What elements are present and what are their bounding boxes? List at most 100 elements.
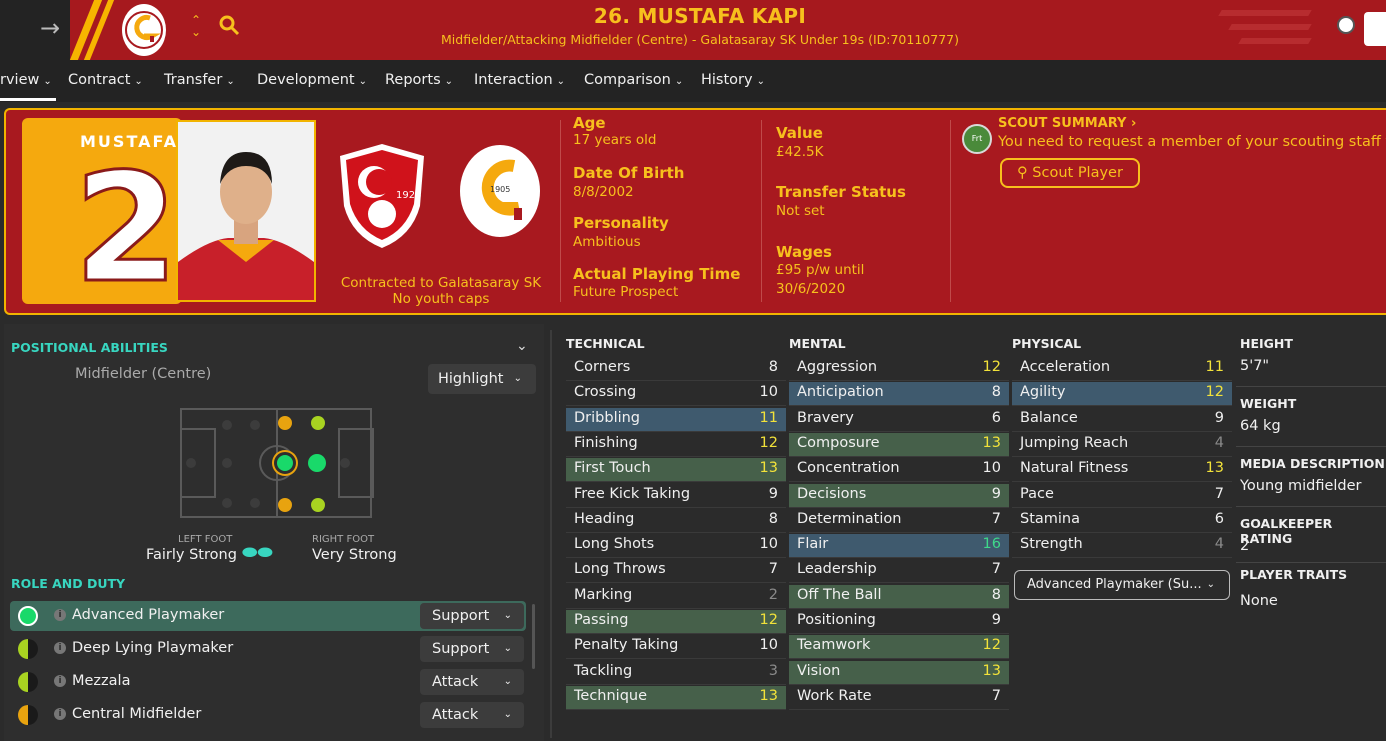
attribute-row[interactable]: First Touch 13 xyxy=(566,458,786,483)
role-suitability-icon xyxy=(18,639,38,659)
attribute-row[interactable]: Agility 12 xyxy=(1012,382,1232,407)
attribute-name: Jumping Reach xyxy=(1020,434,1129,451)
forward-arrow-icon[interactable]: → xyxy=(40,14,60,42)
attribute-value: 7 xyxy=(1214,485,1224,502)
attribute-row[interactable]: Off The Ball 8 xyxy=(789,584,1009,609)
role-row[interactable]: i Deep Lying Playmaker Support ⌄ xyxy=(10,634,526,664)
attribute-row[interactable]: Natural Fitness 13 xyxy=(1012,458,1232,483)
attribute-row[interactable]: Teamwork 12 xyxy=(789,635,1009,660)
attribute-row[interactable]: Free Kick Taking 9 xyxy=(566,484,786,508)
attribute-row[interactable]: Work Rate 7 xyxy=(789,686,1009,710)
attribute-row[interactable]: Finishing 12 xyxy=(566,433,786,457)
crest-year-left: 1923 xyxy=(396,190,421,201)
attribute-row[interactable]: Heading 8 xyxy=(566,509,786,533)
tab-transfer[interactable]: Transfer ⌄ xyxy=(164,72,235,88)
info-icon[interactable]: i xyxy=(54,675,66,687)
tab-reports[interactable]: Reports ⌄ xyxy=(385,72,453,88)
attribute-row[interactable]: Leadership 7 xyxy=(789,559,1009,584)
club-crest-icon[interactable] xyxy=(122,4,166,56)
attribute-row[interactable]: Positioning 9 xyxy=(789,610,1009,634)
attribute-row[interactable]: Composure 13 xyxy=(789,432,1009,457)
scrollbar[interactable] xyxy=(532,604,535,669)
attribute-name: Anticipation xyxy=(797,384,884,401)
attribute-value: 12 xyxy=(1205,384,1224,401)
tab-development[interactable]: Development ⌄ xyxy=(257,72,367,88)
personality-value[interactable]: Ambitious xyxy=(573,234,641,250)
role-row[interactable]: i Mezzala Attack ⌄ xyxy=(10,667,526,697)
attribute-name: Off The Ball xyxy=(797,586,882,603)
attribute-row[interactable]: Long Throws 7 xyxy=(566,559,786,584)
attribute-row[interactable]: Bravery 6 xyxy=(789,408,1009,432)
scout-player-button[interactable]: ⚲ Scout Player xyxy=(1000,158,1140,188)
info-separator xyxy=(1236,506,1386,507)
top-header: → ⌃ ⌄ 26. MUSTAFA KAPI Midfielder/Attacki… xyxy=(0,0,1386,60)
attribute-row[interactable]: Concentration 10 xyxy=(789,458,1009,483)
attribute-row[interactable]: Marking 2 xyxy=(566,585,786,609)
duty-dropdown[interactable]: Support ⌄ xyxy=(420,636,524,662)
attribute-name: Teamwork xyxy=(797,637,871,654)
attribute-row[interactable]: Penalty Taking 10 xyxy=(566,635,786,660)
attribute-row[interactable]: Flair 16 xyxy=(789,534,1009,559)
attribute-value: 8 xyxy=(768,510,778,527)
attribute-name: Composure xyxy=(797,434,880,451)
contracted-to[interactable]: Contracted to Galatasaray SK xyxy=(326,275,556,291)
panel-divider xyxy=(550,330,552,738)
role-suitability-icon xyxy=(18,606,38,626)
role-row[interactable]: i Advanced Playmaker Support ⌄ xyxy=(10,601,526,631)
attribute-row[interactable]: Long Shots 10 xyxy=(566,534,786,559)
scout-summary-title[interactable]: SCOUT SUMMARY › xyxy=(998,116,1136,131)
personality-label: Personality xyxy=(573,214,669,232)
duty-dropdown[interactable]: Attack ⌄ xyxy=(420,702,524,728)
info-icon[interactable]: i xyxy=(54,708,66,720)
up-down-arrows-icon[interactable]: ⌃ ⌄ xyxy=(191,14,201,38)
role-name: Central Midfielder xyxy=(72,706,202,722)
scout-avatar[interactable]: Frt xyxy=(962,124,992,154)
duty-dropdown[interactable]: Attack ⌄ xyxy=(420,669,524,695)
attribute-row[interactable]: Stamina 6 xyxy=(1012,509,1232,533)
attribute-row[interactable]: Dribbling 11 xyxy=(566,407,786,432)
highlight-dropdown[interactable]: Highlight ⌄ xyxy=(428,364,536,394)
attribute-row[interactable]: Pace 7 xyxy=(1012,484,1232,508)
position-dot-mc xyxy=(274,452,296,474)
contract-info[interactable]: Contracted to Galatasaray SK No youth ca… xyxy=(326,275,556,307)
attribute-row[interactable]: Tackling 3 xyxy=(566,661,786,685)
card-separator xyxy=(560,120,561,302)
role-highlight-select[interactable]: Advanced Playmaker (Su... ⌄ xyxy=(1014,570,1230,600)
attribute-row[interactable]: Vision 13 xyxy=(789,660,1009,685)
attribute-name: Long Throws xyxy=(574,561,666,578)
player-subtitle[interactable]: Midfielder/Attacking Midfielder (Centre)… xyxy=(380,32,1020,47)
tab-history[interactable]: History ⌄ xyxy=(701,72,765,88)
attribute-value: 7 xyxy=(991,687,1001,704)
attribute-row[interactable]: Passing 12 xyxy=(566,610,786,634)
attribute-row[interactable]: Technique 13 xyxy=(566,685,786,710)
dob-value: 8/8/2002 xyxy=(573,184,634,200)
attribute-name: Work Rate xyxy=(797,687,872,704)
wages-label: Wages xyxy=(776,243,832,261)
menu-tab-icon[interactable] xyxy=(1364,12,1386,46)
tab-overview[interactable]: rview ⌄ xyxy=(0,72,52,88)
goalkeeper-rating-label: GOALKEEPER RATING xyxy=(1240,516,1333,546)
attribute-value: 13 xyxy=(982,434,1001,451)
role-row[interactable]: i Central Midfielder Attack ⌄ xyxy=(10,700,526,730)
attribute-row[interactable]: Balance 9 xyxy=(1012,408,1232,432)
attribute-row[interactable]: Corners 8 xyxy=(566,357,786,381)
info-icon[interactable]: i xyxy=(54,609,66,621)
attribute-row[interactable]: Aggression 12 xyxy=(789,357,1009,381)
tab-interaction[interactable]: Interaction ⌄ xyxy=(474,72,565,88)
attribute-name: Long Shots xyxy=(574,536,655,553)
chevron-down-icon[interactable]: ⌄ xyxy=(516,338,528,354)
tab-contract[interactable]: Contract ⌄ xyxy=(68,72,143,88)
search-icon[interactable] xyxy=(218,14,240,41)
football-icon[interactable] xyxy=(1337,16,1355,34)
attribute-row[interactable]: Decisions 9 xyxy=(789,483,1009,508)
attribute-row[interactable]: Determination 7 xyxy=(789,509,1009,533)
info-icon[interactable]: i xyxy=(54,642,66,654)
attribute-name: Corners xyxy=(574,359,631,375)
attribute-row[interactable]: Acceleration 11 xyxy=(1012,357,1232,381)
attribute-row[interactable]: Crossing 10 xyxy=(566,382,786,407)
duty-dropdown[interactable]: Support ⌄ xyxy=(420,603,524,629)
attribute-row[interactable]: Anticipation 8 xyxy=(789,382,1009,407)
attribute-row[interactable]: Strength 4 xyxy=(1012,534,1232,559)
tab-comparison[interactable]: Comparison ⌄ xyxy=(584,72,683,88)
attribute-row[interactable]: Jumping Reach 4 xyxy=(1012,433,1232,457)
